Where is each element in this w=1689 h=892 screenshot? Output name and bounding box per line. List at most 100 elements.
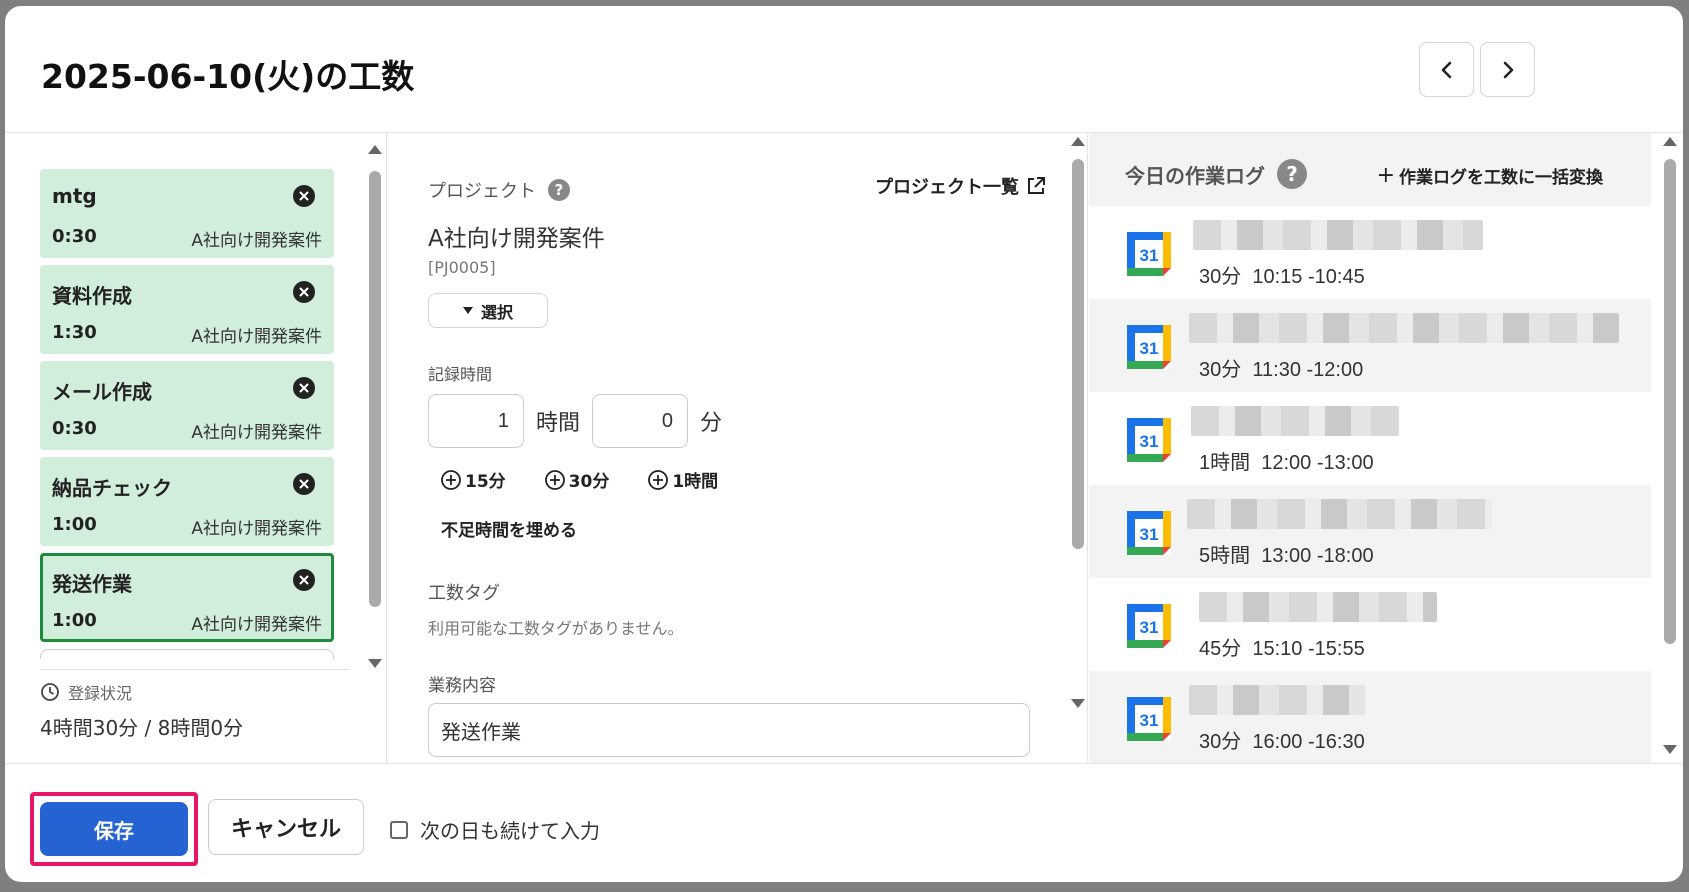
bulk-convert-button[interactable]: + 作業ログを工数に一括変換 bbox=[1377, 163, 1603, 188]
google-calendar-icon: 31 bbox=[1127, 697, 1171, 741]
tag-label: 工数タグ bbox=[428, 583, 500, 604]
hours-input[interactable] bbox=[428, 394, 524, 448]
redacted-title bbox=[1191, 406, 1399, 436]
save-button[interactable]: 保存 bbox=[40, 802, 188, 856]
entry-list: mtg 0:30 A社向け開発案件 資料作成 1:30 A社向け開発案件 メール… bbox=[40, 169, 334, 685]
entry-name: 納品チェック bbox=[52, 476, 172, 500]
remove-entry-button[interactable] bbox=[293, 569, 315, 591]
work-log-item[interactable]: 31 30分 10:15 -10:45 bbox=[1089, 206, 1651, 299]
entry-card[interactable]: 資料作成 1:30 A社向け開発案件 bbox=[40, 265, 334, 354]
entry-time: 0:30 bbox=[52, 418, 97, 439]
project-list-label: プロジェクト一覧 bbox=[875, 177, 1019, 198]
work-log-item[interactable]: 31 5時間 13:00 -18:00 bbox=[1089, 485, 1651, 578]
quick-add-row: 15分 30分 1時間 bbox=[440, 467, 718, 492]
log-duration: 45分 bbox=[1199, 638, 1242, 660]
task-input[interactable] bbox=[428, 703, 1030, 757]
close-icon bbox=[299, 191, 309, 201]
svg-text:31: 31 bbox=[1140, 432, 1159, 451]
entry-time: 1:00 bbox=[52, 610, 97, 631]
close-icon bbox=[299, 383, 309, 393]
work-log-title: 今日の作業ログ bbox=[1125, 163, 1265, 188]
help-icon[interactable]: ? bbox=[548, 179, 570, 201]
add-30min-button[interactable]: 30分 bbox=[544, 467, 610, 492]
remove-entry-button[interactable] bbox=[293, 473, 315, 495]
bulk-convert-label: 作業ログを工数に一括変換 bbox=[1399, 168, 1603, 188]
plus-icon: + bbox=[1376, 163, 1395, 188]
work-log-scrollbar[interactable] bbox=[1663, 137, 1677, 754]
scroll-thumb[interactable] bbox=[1072, 159, 1084, 549]
plus-circle-icon bbox=[648, 469, 669, 490]
work-log-item[interactable]: 31 30分 16:00 -16:30 bbox=[1089, 671, 1651, 763]
continue-checkbox[interactable] bbox=[390, 820, 408, 839]
dialog-header: 2025-06-10(火)の工数 bbox=[5, 6, 1683, 133]
log-time: 45分 15:10 -15:55 bbox=[1199, 632, 1365, 661]
entry-card[interactable]: メール作成 0:30 A社向け開発案件 bbox=[40, 361, 334, 450]
entry-project: A社向け開発案件 bbox=[191, 423, 322, 443]
continue-label: 次の日も続けて入力 bbox=[420, 819, 600, 843]
tag-empty-message: 利用可能な工数タグがありません。 bbox=[428, 619, 684, 638]
dialog-title: 2025-06-10(火)の工数 bbox=[41, 57, 415, 96]
scroll-down-arrow[interactable] bbox=[1663, 745, 1677, 754]
scroll-thumb[interactable] bbox=[1664, 159, 1676, 644]
log-duration: 1時間 bbox=[1199, 452, 1251, 474]
scroll-down-arrow[interactable] bbox=[368, 659, 382, 668]
work-log-item[interactable]: 31 30分 11:30 -12:00 bbox=[1089, 299, 1651, 392]
dialog-footer: 保存 キャンセル 次の日も続けて入力 bbox=[5, 763, 1683, 882]
entry-card-selected[interactable]: 発送作業 1:00 A社向け開発案件 bbox=[40, 553, 334, 642]
log-time: 30分 16:00 -16:30 bbox=[1199, 725, 1365, 754]
next-day-button[interactable] bbox=[1480, 42, 1535, 97]
entry-time: 1:00 bbox=[52, 514, 97, 535]
caret-down-icon bbox=[462, 307, 473, 314]
log-range: 12:00 -13:00 bbox=[1261, 452, 1374, 474]
entry-card[interactable]: 納品チェック 1:00 A社向け開発案件 bbox=[40, 457, 334, 546]
add-entry-card[interactable] bbox=[40, 649, 334, 659]
remove-entry-button[interactable] bbox=[293, 377, 315, 399]
cancel-button[interactable]: キャンセル bbox=[208, 799, 364, 855]
work-log-header: 今日の作業ログ ? + 作業ログを工数に一括変換 bbox=[1089, 133, 1651, 206]
google-calendar-icon: 31 bbox=[1127, 232, 1171, 276]
plus-circle-icon bbox=[544, 469, 565, 490]
clock-icon bbox=[41, 683, 59, 701]
continue-next-day-option[interactable]: 次の日も続けて入力 bbox=[390, 815, 600, 844]
quick-add-label: 30分 bbox=[568, 472, 610, 492]
select-label: 選択 bbox=[480, 302, 513, 322]
project-label-row: プロジェクト ? bbox=[428, 177, 570, 203]
entry-card[interactable]: mtg 0:30 A社向け開発案件 bbox=[40, 169, 334, 258]
status-label: 登録状況 bbox=[68, 684, 133, 703]
daily-effort-dialog: 2025-06-10(火)の工数 mtg 0:30 A社向け開発案件 資料作成 … bbox=[5, 6, 1683, 882]
scroll-down-arrow[interactable] bbox=[1071, 699, 1085, 708]
close-icon bbox=[299, 287, 309, 297]
hours-unit: 時間 bbox=[536, 411, 581, 436]
minutes-input[interactable] bbox=[592, 394, 689, 448]
scroll-up-arrow[interactable] bbox=[368, 145, 382, 154]
work-log-item[interactable]: 31 1時間 12:00 -13:00 bbox=[1089, 392, 1651, 485]
plus-circle-icon bbox=[441, 469, 461, 490]
form-scrollbar[interactable] bbox=[1071, 137, 1085, 708]
svg-text:31: 31 bbox=[1140, 339, 1159, 358]
scroll-up-arrow[interactable] bbox=[1071, 137, 1085, 146]
remove-entry-button[interactable] bbox=[293, 185, 315, 207]
scroll-thumb[interactable] bbox=[369, 171, 381, 607]
project-label: プロジェクト bbox=[428, 181, 536, 202]
remove-entry-button[interactable] bbox=[293, 281, 315, 303]
record-time-row: 時間 分 bbox=[428, 394, 734, 448]
prev-day-button[interactable] bbox=[1419, 42, 1474, 97]
chevron-left-icon bbox=[1441, 61, 1451, 78]
help-icon[interactable]: ? bbox=[1277, 159, 1307, 189]
quick-add-label: 15分 bbox=[465, 472, 506, 492]
fill-shortage-button[interactable]: 不足時間を埋める bbox=[441, 516, 577, 541]
entry-project: A社向け開発案件 bbox=[191, 519, 322, 539]
svg-text:31: 31 bbox=[1140, 246, 1159, 265]
add-1hour-button[interactable]: 1時間 bbox=[647, 467, 718, 492]
add-15min-button[interactable]: 15分 bbox=[440, 467, 506, 492]
work-log-item[interactable]: 31 45分 15:10 -15:55 bbox=[1089, 578, 1651, 671]
log-time: 5時間 13:00 -18:00 bbox=[1199, 539, 1374, 568]
entry-time: 1:30 bbox=[52, 322, 97, 343]
project-list-link[interactable]: プロジェクト一覧 bbox=[875, 173, 1047, 199]
entry-list-scrollbar[interactable] bbox=[368, 145, 382, 668]
scroll-up-arrow[interactable] bbox=[1663, 137, 1677, 146]
log-time: 30分 11:30 -12:00 bbox=[1199, 353, 1363, 382]
log-duration: 30分 bbox=[1199, 266, 1242, 288]
log-range: 16:00 -16:30 bbox=[1252, 731, 1365, 753]
project-select-button[interactable]: 選択 bbox=[428, 293, 548, 328]
